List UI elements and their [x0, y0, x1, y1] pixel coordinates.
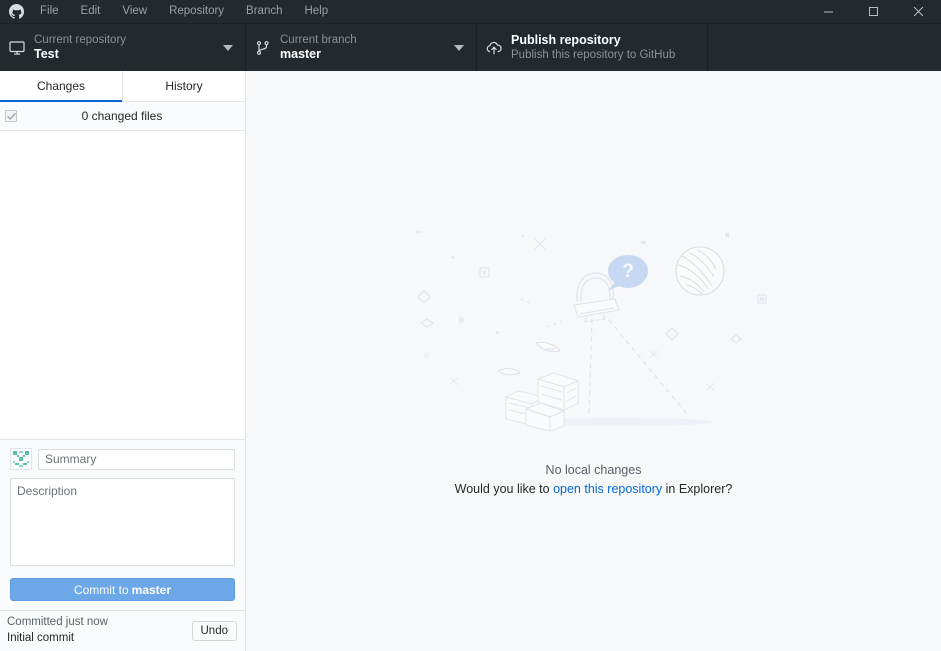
undo-button[interactable]: Undo	[191, 621, 237, 641]
publish-repository-button[interactable]: Publish repository Publish this reposito…	[477, 24, 708, 71]
commit-description-input[interactable]	[10, 478, 235, 566]
commit-button-branch: master	[131, 582, 172, 597]
prompt-suffix: in Explorer?	[662, 482, 733, 496]
current-branch-value: master	[280, 46, 321, 61]
summary-row	[10, 448, 235, 470]
commit-status: Committed just now	[7, 616, 108, 629]
tab-changes[interactable]: Changes	[0, 71, 123, 102]
current-repository-button[interactable]: Current repository Test	[0, 24, 246, 71]
body: Changes History 0 changed files Summary …	[0, 71, 941, 651]
changed-files-count: 0 changed files	[81, 109, 163, 123]
menu-item-help[interactable]: Help	[293, 0, 339, 23]
no-local-changes-text: No local changes	[545, 463, 642, 478]
git-branch-icon	[246, 40, 280, 56]
undo-commit-bar: Committed just now Initial commit Undo	[0, 610, 245, 651]
desktop-monitor-icon	[0, 40, 34, 56]
title-bar: File Edit View Repository Branch Help	[0, 0, 941, 23]
open-repository-prompt: Would you like to open this repository i…	[455, 480, 733, 499]
github-mark-icon	[3, 4, 29, 19]
menu-bar: File Edit View Repository Branch Help	[29, 0, 339, 23]
maximize-icon[interactable]	[851, 0, 896, 23]
publish-repository-title: Publish repository	[511, 32, 621, 47]
main-blankslate: ? No local changes Would you like to ope…	[246, 71, 941, 651]
sidebar: Changes History 0 changed files Summary …	[0, 71, 246, 651]
tab-changes-label: Changes	[36, 79, 86, 93]
current-branch-label: Current branch	[280, 33, 357, 46]
github-desktop-window: File Edit View Repository Branch Help Cu…	[0, 0, 941, 651]
current-repository-value: Test	[34, 46, 59, 61]
changes-list-header: 0 changed files	[0, 102, 245, 131]
open-repository-link[interactable]: open this repository	[553, 482, 662, 496]
commit-button-prefix: Commit to	[73, 582, 129, 597]
svg-text:?: ?	[622, 261, 634, 282]
sidebar-tabs: Changes History	[0, 71, 245, 102]
menu-item-edit[interactable]: Edit	[70, 0, 112, 23]
toolbar-filler	[708, 24, 941, 71]
select-all-checkbox[interactable]	[5, 110, 17, 122]
tab-history-label: History	[165, 79, 203, 93]
commit-form: Commit to master	[0, 439, 245, 610]
current-branch-button[interactable]: Current branch master	[246, 24, 477, 71]
minimize-icon[interactable]	[806, 0, 851, 23]
commit-message: Initial commit	[7, 632, 75, 644]
menu-item-view[interactable]: View	[111, 0, 158, 23]
blankslate-illustration: ?	[414, 223, 774, 453]
identicon-avatar	[10, 448, 32, 470]
prompt-prefix: Would you like to	[454, 482, 554, 496]
cloud-upload-icon	[477, 40, 511, 56]
tab-history[interactable]: History	[123, 71, 245, 101]
menu-item-branch[interactable]: Branch	[235, 0, 293, 23]
close-icon[interactable]	[896, 0, 941, 23]
window-controls	[806, 0, 941, 23]
chevron-down-icon	[223, 41, 233, 55]
checkmark-icon	[6, 112, 16, 120]
current-repository-label: Current repository	[34, 33, 127, 46]
menu-item-file[interactable]: File	[29, 0, 70, 23]
chevron-down-icon	[454, 41, 464, 55]
commit-to-branch-button[interactable]: Commit to master	[10, 578, 235, 601]
toolbar: Current repository Test Current branch m…	[0, 23, 941, 71]
menu-item-repository[interactable]: Repository	[158, 0, 235, 23]
publish-repository-subtitle: Publish this repository to GitHub	[511, 49, 676, 62]
question-bubble: ?	[606, 255, 648, 292]
commit-summary-input[interactable]	[38, 448, 235, 470]
blankslate-text: No local changes Would you like to open …	[455, 461, 733, 499]
changed-files-list[interactable]	[0, 131, 245, 439]
undo-commit-text: Committed just now Initial commit	[7, 615, 192, 646]
